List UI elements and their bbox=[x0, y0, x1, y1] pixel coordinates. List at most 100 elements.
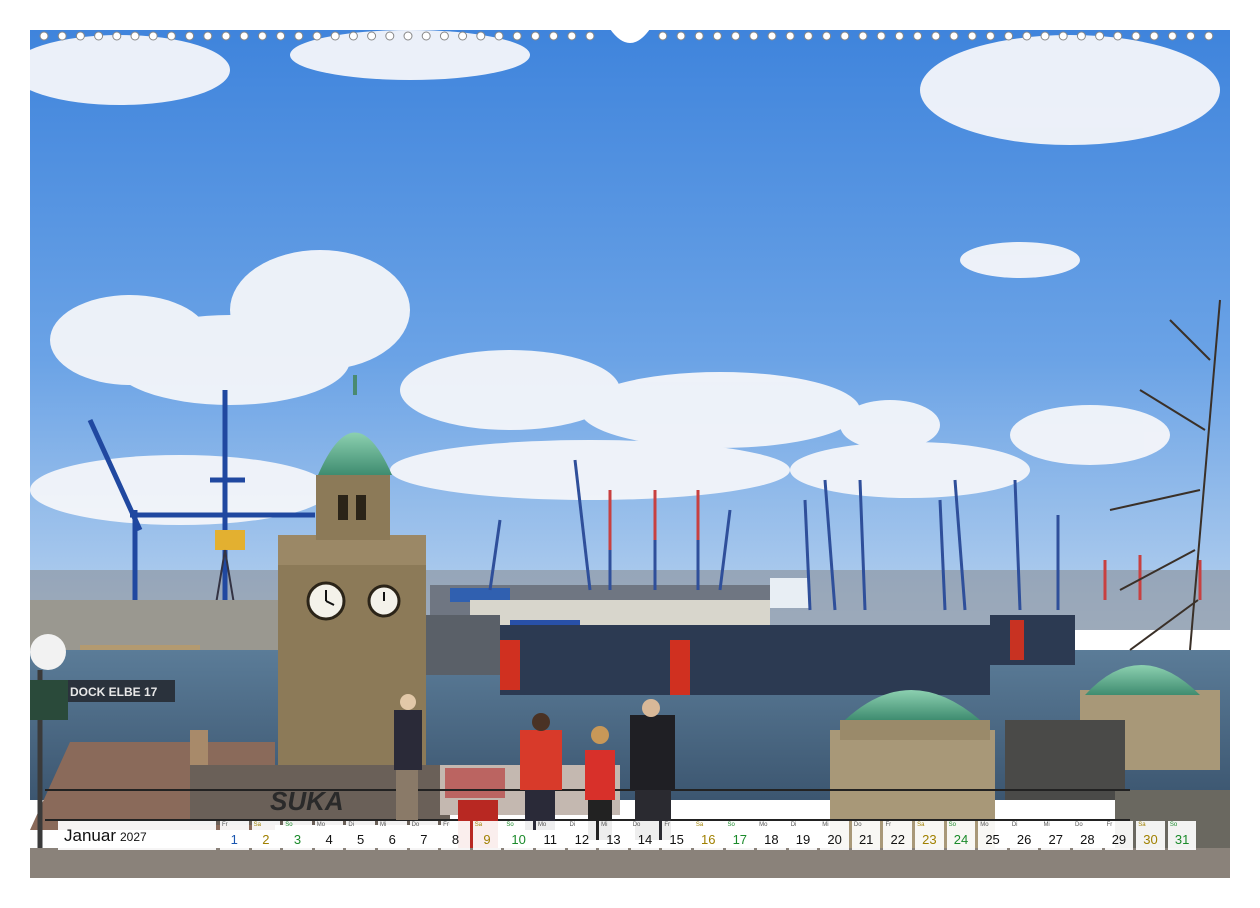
binding-hole bbox=[749, 31, 759, 41]
day-number: 9 bbox=[483, 832, 491, 847]
day-number: 5 bbox=[357, 832, 365, 847]
binding-hole bbox=[257, 31, 267, 41]
binding-hole bbox=[894, 31, 904, 41]
day-cell: So 10 bbox=[504, 821, 533, 850]
day-number: 7 bbox=[420, 832, 428, 847]
binding-hole bbox=[512, 31, 522, 41]
day-cell: Fr 22 bbox=[883, 821, 913, 850]
binding-hole bbox=[1149, 31, 1159, 41]
weekday-label: Mi bbox=[601, 822, 608, 828]
day-number: 13 bbox=[606, 832, 621, 847]
binding-hole bbox=[385, 31, 395, 41]
binding-hole bbox=[840, 31, 850, 41]
binding-hole bbox=[348, 31, 358, 41]
day-cell: Sa 2 bbox=[251, 821, 281, 850]
binding-hole bbox=[676, 31, 686, 41]
binding-hole bbox=[913, 31, 923, 41]
hanger-notch bbox=[610, 29, 650, 43]
weekday-label: Fr bbox=[885, 822, 892, 828]
binding-hole bbox=[530, 31, 540, 41]
day-number: 15 bbox=[669, 832, 684, 847]
day-number: 27 bbox=[1048, 832, 1063, 847]
binding-hole bbox=[112, 31, 122, 41]
weekday-label: Fr bbox=[222, 822, 228, 828]
binding-hole bbox=[330, 31, 340, 41]
binding-hole bbox=[1022, 31, 1032, 41]
binding-hole bbox=[658, 31, 668, 41]
weekday-label: So bbox=[506, 822, 514, 828]
day-cell: Do 14 bbox=[630, 821, 660, 850]
binding-hole bbox=[1186, 31, 1196, 41]
weekday-label: Do bbox=[853, 822, 862, 828]
binding-hole bbox=[203, 31, 213, 41]
day-cell: Mo 18 bbox=[757, 821, 786, 850]
binding-hole bbox=[494, 31, 504, 41]
binding-hole bbox=[221, 31, 231, 41]
weekday-label: So bbox=[948, 822, 956, 828]
binding-hole bbox=[985, 31, 995, 41]
day-number: 29 bbox=[1111, 832, 1127, 847]
weekday-label: So bbox=[727, 822, 735, 828]
binding-hole bbox=[1058, 31, 1068, 41]
day-number: 30 bbox=[1143, 832, 1158, 847]
weekday-label: Sa bbox=[917, 822, 925, 828]
day-cell: Mi 20 bbox=[820, 821, 849, 850]
day-cell: So 24 bbox=[946, 821, 976, 850]
day-number: 24 bbox=[953, 832, 969, 847]
binding-hole bbox=[1167, 31, 1177, 41]
binding-hole bbox=[458, 31, 468, 41]
day-cell: Fr 29 bbox=[1104, 821, 1134, 850]
day-cell: Do 7 bbox=[409, 821, 439, 850]
binding-hole bbox=[1095, 31, 1105, 41]
binding-hole bbox=[57, 31, 67, 41]
spiral-binding bbox=[30, 29, 1230, 43]
day-cell: Mo 11 bbox=[535, 821, 565, 850]
day-number: 8 bbox=[451, 832, 460, 847]
weekday-label: Sa bbox=[253, 822, 261, 828]
binding-hole bbox=[421, 31, 431, 41]
binding-hole bbox=[1040, 31, 1050, 41]
binding-hole bbox=[403, 31, 413, 41]
binding-hole bbox=[1113, 31, 1123, 41]
weekday-label: Do bbox=[1075, 822, 1083, 828]
binding-hole bbox=[294, 31, 304, 41]
binding-hole bbox=[1131, 31, 1141, 41]
day-cell: Do 21 bbox=[851, 821, 881, 850]
day-cell: Sa 30 bbox=[1136, 821, 1165, 850]
weekday-label: So bbox=[285, 822, 293, 828]
weekday-label: So bbox=[1169, 822, 1178, 828]
day-cell: Di 19 bbox=[788, 821, 818, 850]
binding-hole bbox=[731, 31, 741, 41]
weekday-label: Fr bbox=[664, 822, 670, 828]
day-number: 6 bbox=[388, 832, 396, 847]
binding-hole bbox=[276, 31, 286, 41]
day-number: 20 bbox=[827, 832, 842, 847]
binding-hole bbox=[1004, 31, 1014, 41]
day-number: 31 bbox=[1174, 832, 1190, 847]
day-number: 4 bbox=[325, 832, 333, 847]
weekday-label: Fr bbox=[1106, 822, 1113, 828]
binding-hole bbox=[858, 31, 868, 41]
day-cell: Mo 25 bbox=[978, 821, 1007, 850]
binding-hole bbox=[239, 31, 249, 41]
binding-hole bbox=[312, 31, 322, 41]
day-cell: So 3 bbox=[283, 821, 312, 850]
binding-hole bbox=[1204, 31, 1214, 41]
weekday-label: Mo bbox=[980, 822, 989, 828]
day-number: 23 bbox=[922, 832, 937, 847]
binding-hole bbox=[130, 31, 140, 41]
binding-hole bbox=[585, 31, 595, 41]
weekday-label: Di bbox=[1011, 822, 1018, 828]
binding-hole bbox=[148, 31, 158, 41]
weekday-label: Do bbox=[632, 822, 641, 828]
calendar-photo: DOCK ELBE 17 SUKA bbox=[30, 30, 1230, 878]
day-cell: So 17 bbox=[725, 821, 755, 850]
day-cell: Sa 16 bbox=[693, 821, 723, 850]
day-cell: Di 12 bbox=[567, 821, 597, 850]
day-cell: Mi 6 bbox=[377, 821, 407, 850]
day-number: 17 bbox=[732, 832, 748, 847]
day-number: 16 bbox=[700, 832, 716, 847]
binding-hole bbox=[931, 31, 941, 41]
weekday-label: Mo bbox=[316, 822, 326, 828]
day-number: 28 bbox=[1080, 832, 1095, 847]
